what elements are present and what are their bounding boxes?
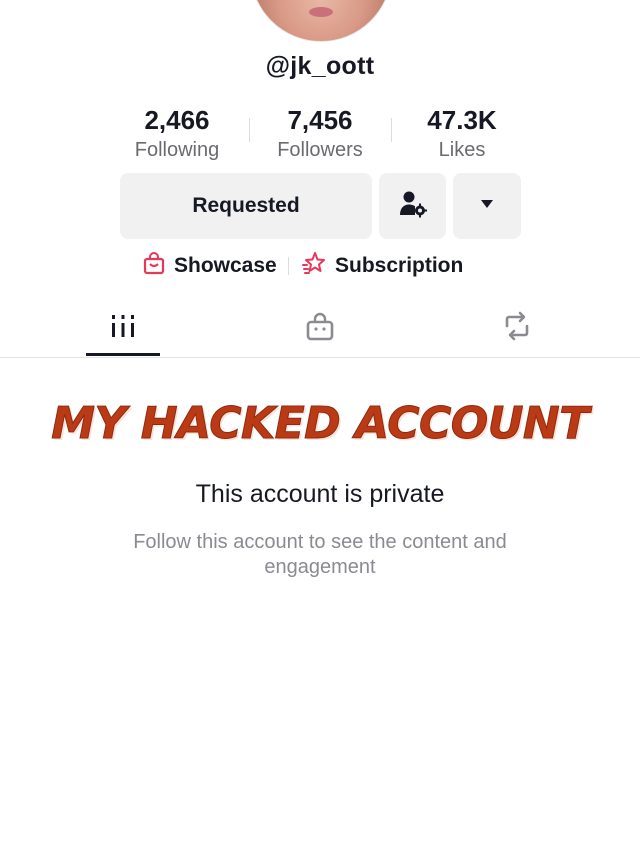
friend-settings-button[interactable] [379,173,446,239]
links-divider [288,257,289,275]
active-tab-indicator [86,353,160,356]
subscription-star-icon [302,251,335,281]
stat-followers[interactable]: 7,456 Followers [250,104,390,163]
requested-button[interactable]: Requested [120,173,372,239]
stat-likes[interactable]: 47.3K Likes [392,104,532,163]
profile-avatar[interactable] [250,0,392,42]
tab-videos[interactable] [83,306,163,350]
shop-bag-icon [143,251,174,281]
stat-likes-count: 47.3K [427,105,497,135]
more-options-button[interactable] [453,173,521,239]
stat-following-label: Following [134,139,220,161]
caret-down-icon [479,197,495,215]
shop-bag-icon [305,311,335,346]
showcase-link[interactable]: Showcase [143,250,277,282]
stat-followers-label: Followers [277,139,363,161]
repost-icon [501,311,533,346]
tab-shop[interactable] [280,306,360,350]
profile-links: Showcase Subscription [0,250,640,282]
stat-likes-label: Likes [438,139,486,161]
private-account-description: Follow this account to see the content a… [133,531,507,578]
stat-following-count: 2,466 [144,105,210,135]
tabs-divider [0,357,640,358]
overlay-caption: MY HACKED ACCOUNT [51,398,590,450]
stat-following[interactable]: 2,466 Following [107,104,247,163]
stat-followers-count: 7,456 [287,105,353,135]
person-gear-icon [398,189,428,224]
subscription-link[interactable]: Subscription [302,250,463,282]
showcase-label: Showcase [174,254,277,277]
videos-grid-icon [110,313,136,344]
tab-reposts[interactable] [477,306,557,350]
private-account-title: This account is private [195,480,445,508]
username: @jk_oott [265,52,375,80]
subscription-label: Subscription [335,254,464,277]
avatar-face-detail [309,7,333,17]
